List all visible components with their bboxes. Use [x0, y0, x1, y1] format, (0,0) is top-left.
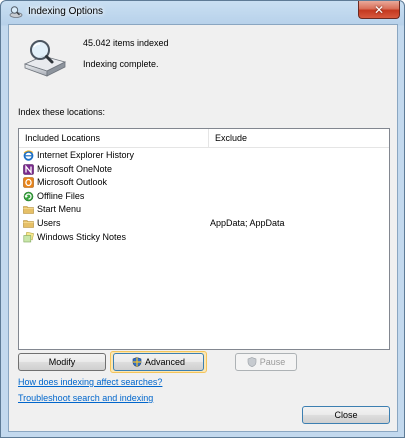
- indexing-drive-magnifier-icon: [23, 40, 67, 77]
- location-label: Windows Sticky Notes: [37, 231, 127, 242]
- onenote-icon: [23, 163, 34, 175]
- modify-button[interactable]: Modify: [18, 353, 106, 371]
- column-header-exclude[interactable]: Exclude: [209, 129, 389, 147]
- list-item-start-menu[interactable]: Start Menu: [19, 203, 389, 217]
- location-label: Offline Files: [37, 190, 85, 201]
- indexing-icon: [9, 6, 23, 18]
- advanced-button[interactable]: Advanced: [113, 353, 204, 371]
- list-item-internet-explorer-history[interactable]: Internet Explorer History: [19, 149, 389, 163]
- uac-shield-icon: [132, 357, 142, 367]
- window-title: Indexing Options: [28, 6, 104, 17]
- list-item-microsoft-outlook[interactable]: Microsoft Outlook: [19, 176, 389, 190]
- internet-explorer-icon: [23, 150, 34, 161]
- title-bar[interactable]: Indexing Options ✕: [1, 1, 406, 23]
- location-label: Internet Explorer History: [37, 150, 135, 160]
- location-label: Microsoft Outlook: [37, 177, 108, 188]
- troubleshoot-search-link[interactable]: Troubleshoot search and indexing: [18, 393, 153, 403]
- column-header-included-locations[interactable]: Included Locations: [19, 129, 209, 147]
- included-locations-list[interactable]: Included Locations Exclude Internet Expl…: [18, 128, 390, 350]
- outlook-icon: [23, 177, 34, 188]
- list-item-offline-files[interactable]: Offline Files: [19, 190, 389, 204]
- list-header: Included Locations Exclude: [19, 129, 389, 148]
- folder-icon: [23, 204, 34, 215]
- advanced-button-label: Advanced: [144, 357, 186, 367]
- items-indexed-count: 45.042 items indexed: [83, 38, 169, 48]
- offline-files-icon: [23, 191, 34, 202]
- location-label: Microsoft OneNote: [37, 163, 113, 174]
- location-label: Start Menu: [37, 204, 82, 215]
- locations-heading: Index these locations:: [18, 107, 106, 117]
- close-button[interactable]: Close: [302, 406, 390, 424]
- folder-icon: [23, 218, 34, 229]
- pause-button[interactable]: Pause: [235, 353, 297, 371]
- close-icon: ✕: [373, 2, 385, 17]
- close-window-button[interactable]: ✕: [358, 1, 400, 19]
- indexing-options-window: Indexing Options ✕ 45.042 items indexed …: [0, 0, 405, 438]
- dialog-body: 45.042 items indexed Indexing complete. …: [8, 24, 398, 432]
- list-item-users[interactable]: Users AppData; AppData: [19, 217, 389, 231]
- advanced-button-highlight: Advanced: [110, 351, 207, 373]
- uac-shield-icon: [247, 357, 257, 367]
- pause-button-label: Pause: [259, 357, 286, 367]
- sticky-notes-icon: [23, 231, 34, 243]
- list-item-microsoft-onenote[interactable]: Microsoft OneNote: [19, 163, 389, 177]
- location-exclude: AppData; AppData: [210, 217, 285, 228]
- location-rows: Internet Explorer History Microsoft OneN…: [19, 149, 389, 244]
- location-label: Users: [37, 217, 61, 228]
- indexing-status: Indexing complete.: [83, 59, 159, 69]
- list-item-windows-sticky-notes[interactable]: Windows Sticky Notes: [19, 231, 389, 245]
- how-indexing-affects-searches-link[interactable]: How does indexing affect searches?: [18, 377, 162, 387]
